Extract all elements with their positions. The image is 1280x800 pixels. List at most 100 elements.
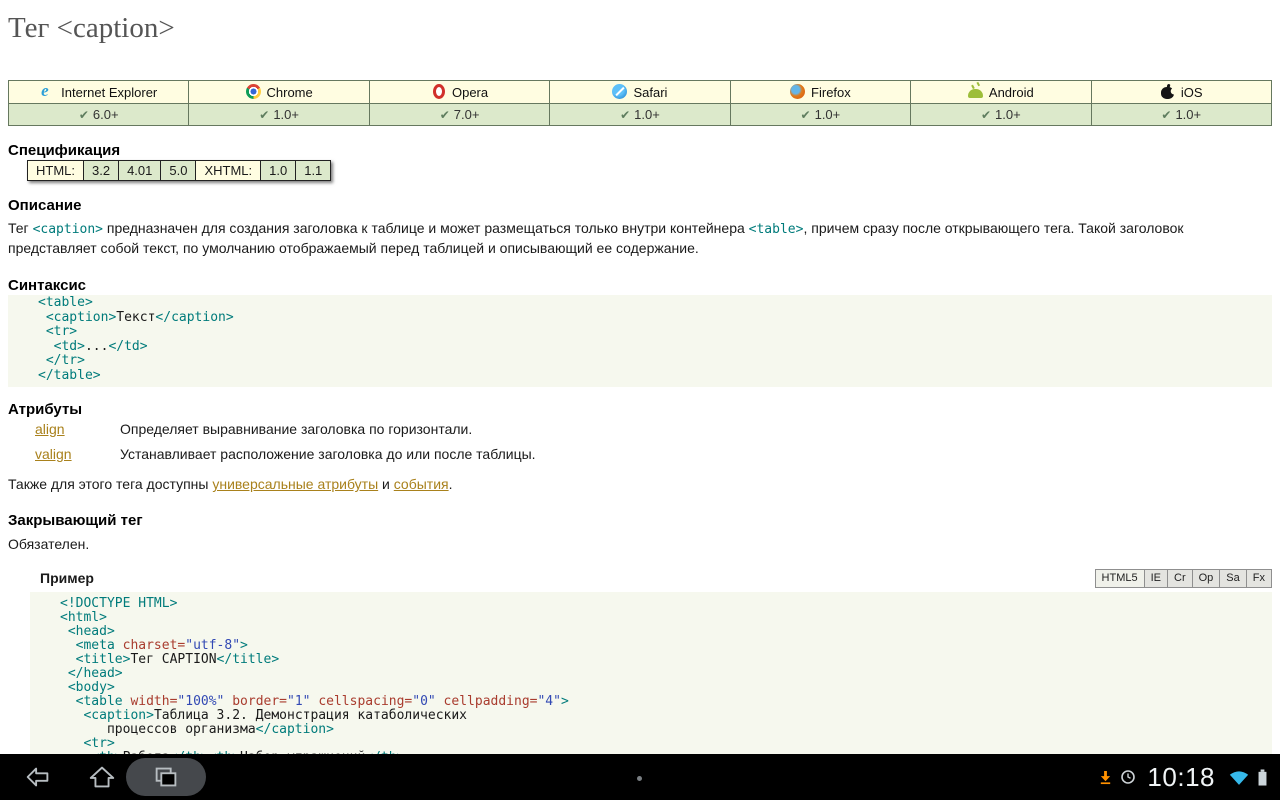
code-line: <table>: [38, 296, 1266, 311]
code-token: </tr>: [46, 353, 85, 368]
code-token: "utf-8": [185, 638, 240, 653]
browser-version: 1.0+: [815, 107, 841, 122]
browser-version: 1.0+: [634, 107, 660, 122]
check-icon: [1161, 107, 1175, 122]
attribute-link-valign[interactable]: valign: [35, 446, 72, 462]
text-run: .: [449, 476, 453, 492]
check-icon: [440, 107, 454, 122]
code-token: [38, 310, 46, 325]
example-header: Пример HTML5IECrOpSaFx: [40, 569, 1272, 588]
browser-version: 1.0+: [995, 107, 1021, 122]
attribute-description: Устанавливает расположение заголовка до …: [120, 445, 1272, 463]
example-tab-fx[interactable]: Fx: [1246, 569, 1272, 588]
code-token: [60, 666, 68, 681]
description-paragraph: Тег <caption> предназначен для создания …: [8, 219, 1272, 257]
code-line: <head>: [60, 625, 1266, 639]
spec-cell: 1.0: [261, 161, 296, 181]
syntax-code-block: <table> <caption>Текст</caption> <tr> <t…: [8, 295, 1272, 387]
code-token: cellspacing=: [311, 694, 413, 709]
example-heading: Пример: [40, 569, 94, 588]
home-button[interactable]: [70, 754, 134, 800]
code-token: <table>: [38, 295, 93, 310]
example-tab-ie[interactable]: IE: [1144, 569, 1168, 588]
text-run: Тег: [8, 220, 33, 236]
text-run: предназначен для создания заголовка к та…: [103, 220, 749, 236]
code-line: <caption>Текст</caption>: [38, 311, 1266, 326]
code-token: width=: [123, 694, 178, 709]
code-token: процессов организма: [60, 722, 256, 737]
check-icon: [801, 107, 815, 122]
code-token: <caption>: [46, 310, 116, 325]
code-token: </head>: [68, 666, 123, 681]
code-token: </caption>: [256, 722, 334, 737]
status-cluster[interactable]: 10:18: [1098, 762, 1268, 793]
code-token: [60, 736, 83, 751]
back-icon: [23, 762, 53, 792]
spec-cell: 5.0: [161, 161, 196, 181]
code-line: </table>: [38, 369, 1266, 384]
ie-icon: [40, 84, 55, 99]
text-run: Также для этого тега доступны: [8, 476, 212, 492]
browser-support-table: Internet ExplorerChromeOperaSafariFirefo…: [8, 80, 1272, 126]
navigation-keys: [0, 754, 198, 800]
browser-name: Firefox: [811, 85, 851, 100]
code-token: [60, 680, 68, 695]
code-token: Таблица 3.2. Демонстрация катаболических: [154, 708, 467, 723]
example-code-block: <!DOCTYPE HTML><html> <head> <meta chars…: [30, 592, 1272, 754]
code-line: <meta charset="utf-8">: [60, 639, 1266, 653]
attribute-row: align Определяет выравнивание заголовка п…: [35, 420, 1272, 438]
browser-name: Android: [989, 85, 1034, 100]
code-token: >: [240, 638, 248, 653]
specification-row: HTML:3.24.015.0XHTML:1.01.1: [28, 161, 331, 181]
description-heading: Описание: [8, 198, 1272, 213]
chrome-icon: [246, 84, 261, 99]
code-token: <title>: [76, 652, 131, 667]
example-tab-sa[interactable]: Sa: [1219, 569, 1246, 588]
code-line: <td>...</td>: [38, 340, 1266, 355]
attributes-heading: Атрибуты: [8, 402, 1272, 417]
download-icon: [1098, 770, 1113, 785]
browser-name: Safari: [633, 85, 667, 100]
inline-link[interactable]: события: [394, 476, 449, 492]
page-title: Тег <caption>: [8, 12, 1272, 45]
notification-dot: [637, 776, 642, 781]
inline-link[interactable]: универсальные атрибуты: [212, 476, 378, 492]
example-tabs: HTML5IECrOpSaFx: [1096, 569, 1272, 588]
code-token: </td>: [108, 339, 147, 354]
attribute-description: Определяет выравнивание заголовка по гор…: [120, 420, 1272, 438]
android-icon: [968, 84, 983, 99]
back-button[interactable]: [6, 754, 70, 800]
recents-icon: [151, 762, 181, 792]
browser-version: 1.0+: [1175, 107, 1201, 122]
closing-tag-text: Обязателен.: [8, 535, 1272, 553]
inline-code: <caption>: [33, 222, 103, 237]
code-token: </table>: [38, 368, 101, 383]
code-token: charset=: [115, 638, 185, 653]
code-line: <!DOCTYPE HTML>: [60, 597, 1266, 611]
browser-version-cell: 1.0+: [730, 104, 910, 126]
code-line: <title>Тег CAPTION</title>: [60, 653, 1266, 667]
code-token: Тег CAPTION: [130, 652, 216, 667]
syntax-heading: Синтаксис: [8, 278, 1272, 293]
attributes-list: align Определяет выравнивание заголовка п…: [35, 420, 1272, 463]
code-token: <!DOCTYPE HTML>: [60, 596, 177, 611]
code-line: <table width="100%" border="1" cellspaci…: [60, 695, 1266, 709]
code-line: процессов организма</caption>: [60, 723, 1266, 737]
example-tab-cr[interactable]: Cr: [1167, 569, 1193, 588]
recents-button[interactable]: [134, 754, 198, 800]
browser-header-cell: Firefox: [730, 81, 910, 104]
browser-version-cell: 1.0+: [1091, 104, 1271, 126]
code-token: [60, 694, 76, 709]
browser-header-cell: Opera: [369, 81, 549, 104]
code-token: <table: [76, 694, 123, 709]
example-tab-op[interactable]: Op: [1192, 569, 1221, 588]
code-line: <body>: [60, 681, 1266, 695]
check-icon: [259, 107, 273, 122]
browser-header-cell: Safari: [550, 81, 730, 104]
code-token: "1": [287, 694, 310, 709]
code-token: >: [561, 694, 569, 709]
browser-version-cell: 7.0+: [369, 104, 549, 126]
attribute-link-align[interactable]: align: [35, 421, 65, 437]
browser-version: 7.0+: [454, 107, 480, 122]
example-tab-html5[interactable]: HTML5: [1095, 569, 1145, 588]
